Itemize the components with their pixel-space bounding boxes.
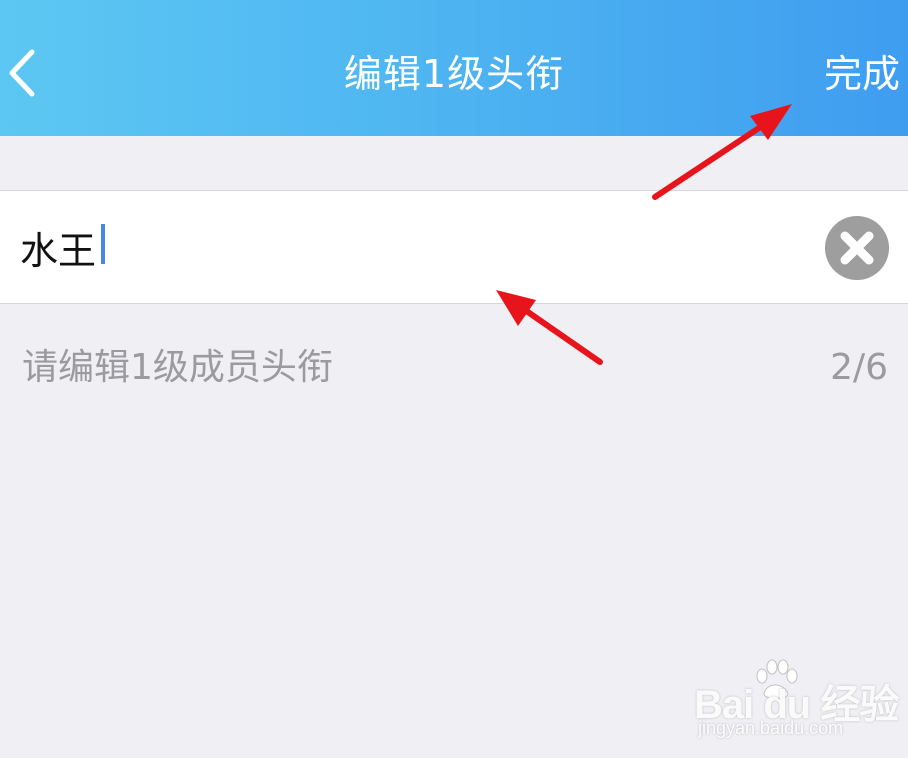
text-cursor: [101, 224, 105, 264]
hint-text: 请编辑1级成员头衔: [22, 347, 333, 388]
navigation-bar: 编辑1级头衔 完成: [0, 0, 908, 136]
page-title: 编辑1级头衔: [343, 52, 565, 96]
clear-circle-icon: [840, 231, 874, 265]
clear-button[interactable]: [825, 216, 889, 280]
baidu-watermark: Bai du 经验 jingyan.baidu.com: [694, 656, 904, 746]
character-counter: 2/6: [830, 347, 888, 388]
done-button[interactable]: 完成: [824, 46, 900, 102]
title-input[interactable]: [20, 218, 800, 276]
title-input-row: [0, 190, 908, 304]
watermark-url: jingyan.baidu.com: [698, 718, 844, 738]
